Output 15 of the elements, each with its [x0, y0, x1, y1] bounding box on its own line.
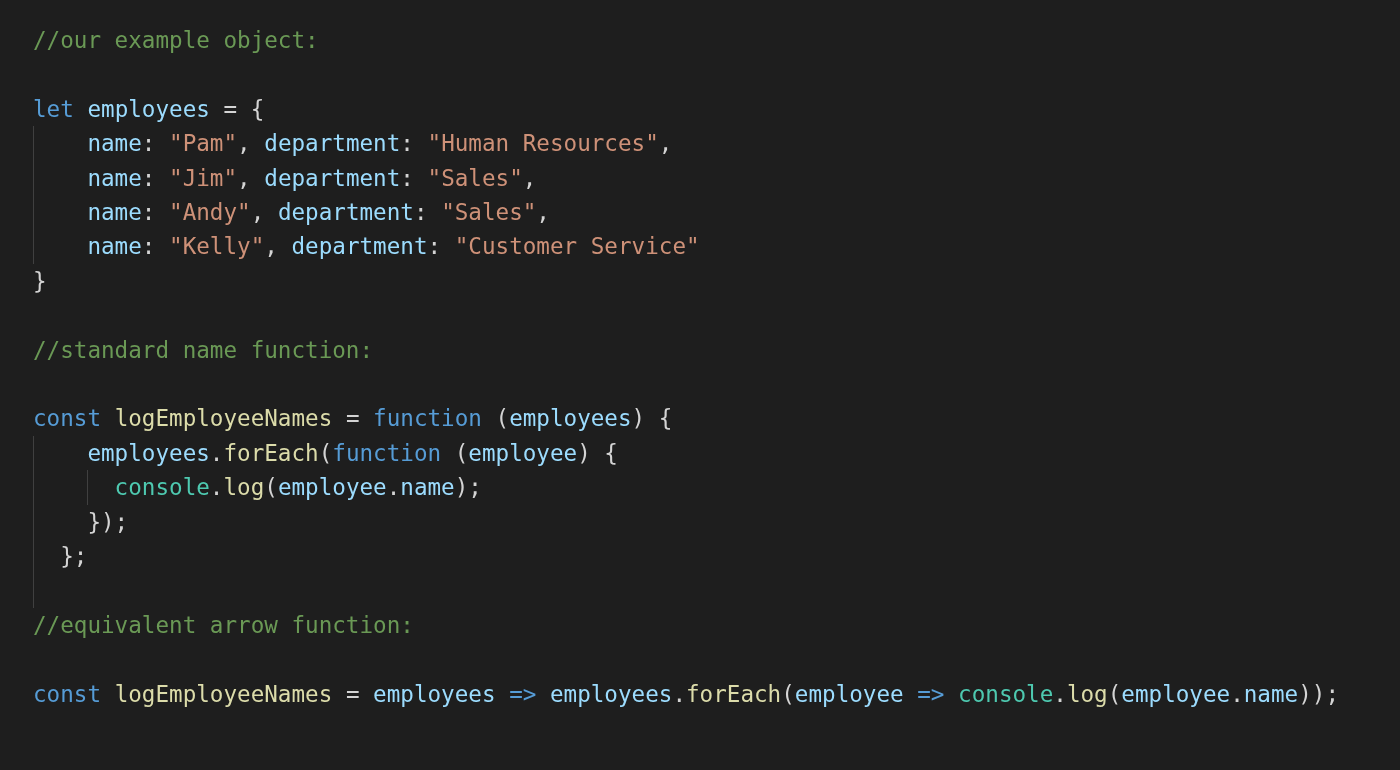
code-line: name: "Pam", department: "Human Resources", [86, 129, 673, 159]
code-line: let employees = { [33, 94, 265, 124]
code-line: const logEmployeeNames = employees => employees.forEach(employee => console.log(employee.name)); [33, 679, 1339, 709]
code-line: }); [86, 507, 129, 537]
code-comment: //our example object: [33, 26, 319, 55]
code-comment: //equivalent arrow function: [33, 610, 414, 640]
code-line: }; [59, 542, 88, 572]
code-line: const logEmployeeNames = function (employees) { [33, 404, 673, 434]
code-comment: //standard name function: [33, 335, 374, 365]
code-line: console.log(employee.name); [113, 473, 482, 503]
code-line: name: "Kelly", department: "Customer Service" [86, 232, 700, 262]
code-line: employees.forEach(function (employee) { [86, 438, 618, 468]
code-line: name: "Andy", department: "Sales", [86, 198, 550, 227]
code-line: name: "Jim", department: "Sales", [86, 163, 537, 193]
code-line: } [33, 266, 47, 296]
